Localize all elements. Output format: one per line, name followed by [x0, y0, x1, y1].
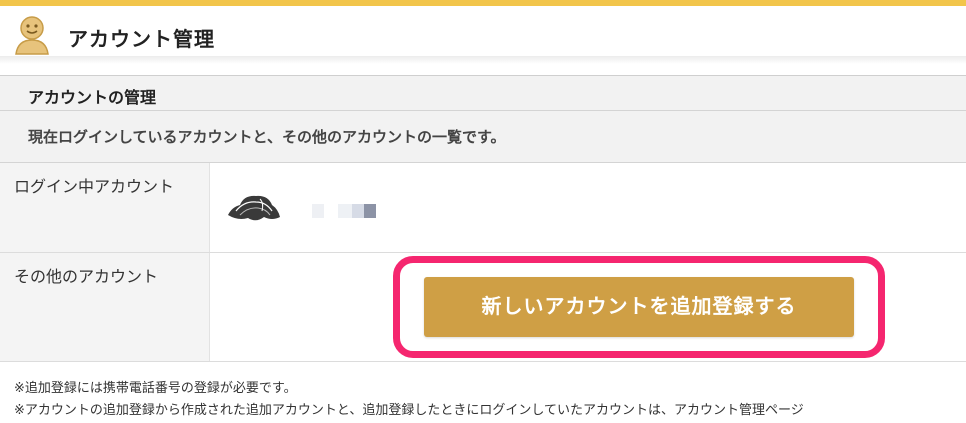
masked-account-name [352, 204, 364, 218]
note-line: ※追加登録には携帯電話番号の登録が必要です。 [14, 381, 297, 396]
section-title: アカウントの管理 [28, 88, 157, 107]
other-accounts-label: その他のアカウント [14, 267, 159, 286]
page-title: アカウント管理 [68, 27, 215, 51]
masked-account-name [364, 204, 376, 218]
note-line: ※アカウントの追加登録から作成された追加アカウントと、追加登録したときにログイン… [14, 403, 804, 418]
section-description: 現在ログインしているアカウントと、その他のアカウントの一覧です。 [28, 128, 506, 146]
masked-account-name [338, 204, 352, 218]
header-divider [0, 56, 966, 64]
user-icon [15, 16, 49, 55]
section-description-row: 現在ログインしているアカウントと、その他のアカウントの一覧です。 [0, 111, 966, 163]
row-label-cell: その他のアカウント [0, 253, 210, 361]
page-header: アカウント管理 [0, 6, 966, 56]
section-header: アカウントの管理 [0, 76, 966, 111]
logged-in-account-label: ログイン中アカウント [14, 177, 175, 196]
user-avatar [228, 195, 280, 221]
masked-account-name [312, 204, 324, 218]
logged-in-account-row: ログイン中アカウント [0, 163, 966, 253]
row-label-cell: ログイン中アカウント [0, 163, 210, 252]
add-account-button[interactable]: 新しいアカウントを追加登録する [424, 277, 854, 337]
notes: ※追加登録には携帯電話番号の登録が必要です。 ※アカウントの追加登録から作成され… [14, 378, 966, 422]
